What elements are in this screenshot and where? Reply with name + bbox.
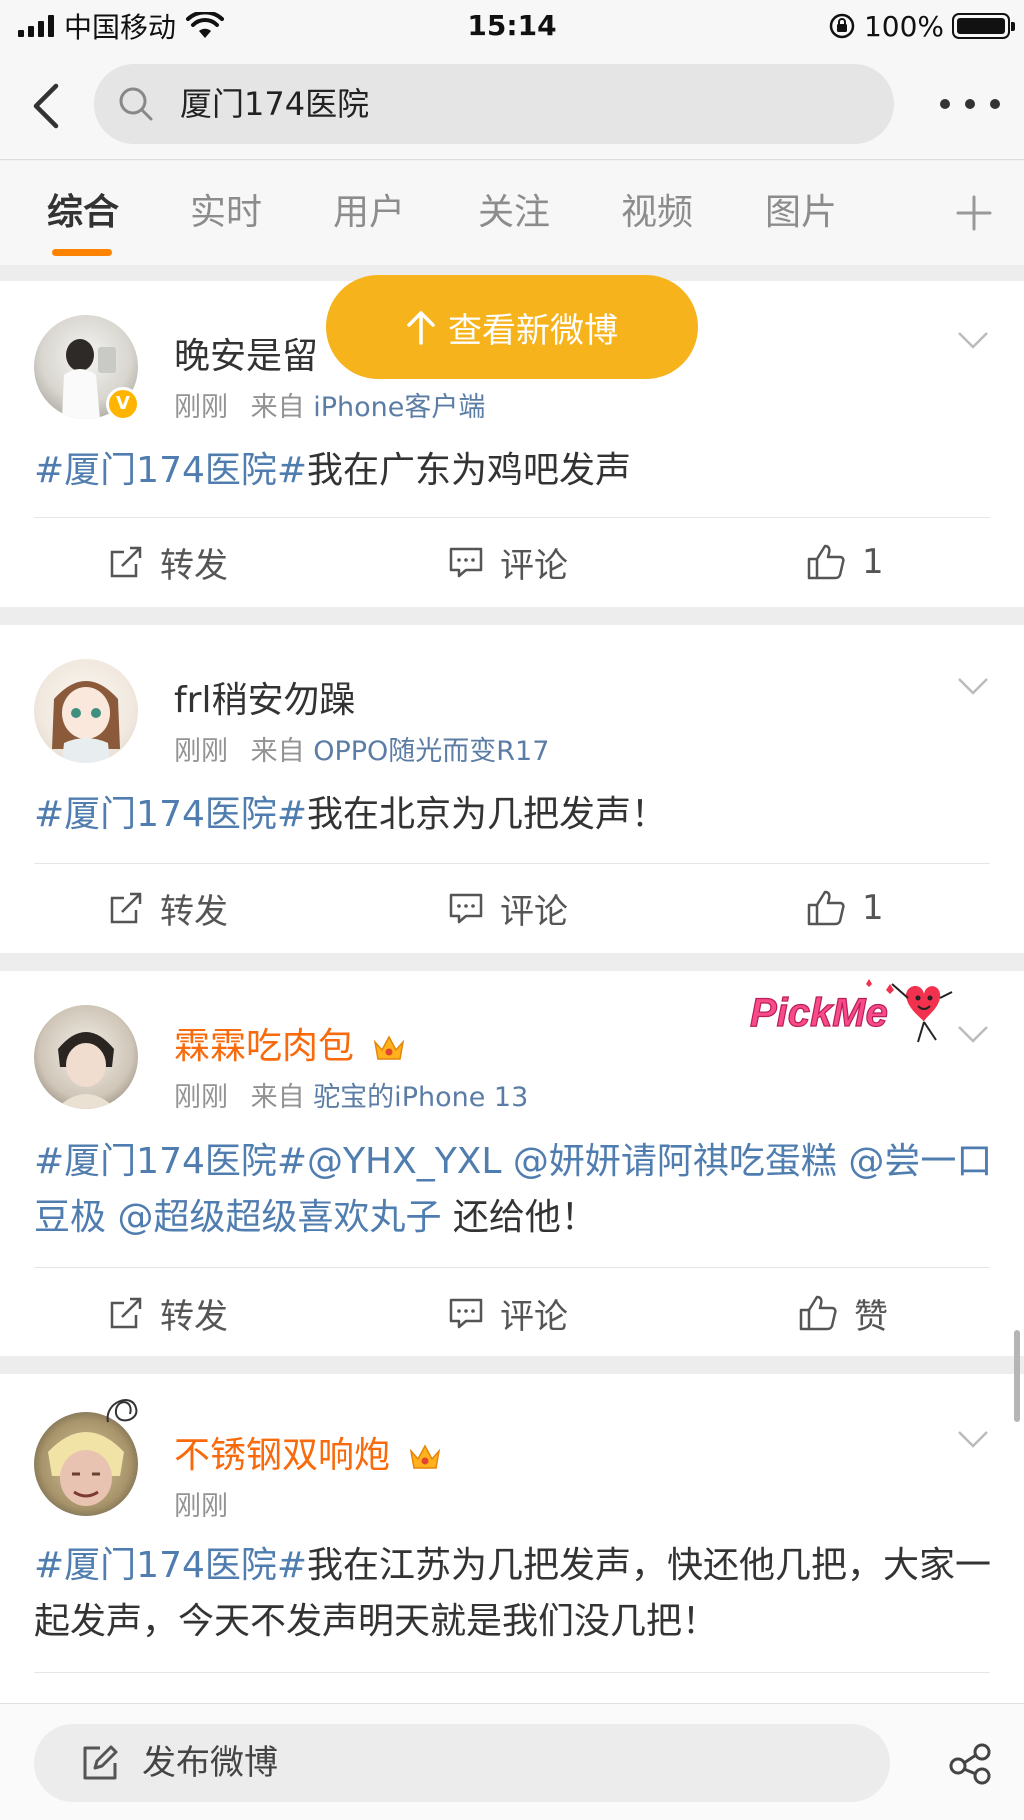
orientation-lock-icon (829, 13, 855, 39)
comment-icon (449, 1298, 483, 1329)
share-icon[interactable] (946, 1738, 994, 1786)
edit-icon (83, 1745, 118, 1780)
comment-button[interactable]: 评论 (448, 886, 568, 932)
like-label: 赞 (854, 1296, 888, 1337)
scrollbar[interactable] (1014, 1330, 1020, 1422)
divider (0, 953, 1024, 971)
more-options-icon[interactable] (940, 84, 1000, 124)
post-text: 我在北京为几把发声！ (307, 794, 668, 835)
username[interactable]: 霖霖吃肉包 (174, 1017, 407, 1069)
comment-icon (449, 893, 483, 924)
like-count: 1 (862, 542, 884, 582)
post-body: #厦门174医院#@YHX_YXL @妍妍请阿祺吃蛋糕 @尝一口豆极 @超级超级… (34, 1134, 994, 1246)
battery-percent: 100% (863, 9, 944, 43)
status-bar: 中国移动 15:14 100% (0, 0, 1024, 52)
active-tab-indicator (52, 249, 112, 256)
pickme-sticker-icon: PickMe (749, 979, 953, 1043)
tab-following[interactable]: 关注 (459, 161, 569, 265)
compose-label: 发布微博 (142, 1743, 278, 1783)
repost-icon (110, 1297, 142, 1329)
back-arrow-icon[interactable] (26, 78, 66, 134)
avatar[interactable] (34, 1005, 138, 1109)
repost-button[interactable]: 转发 (108, 540, 228, 586)
post-time: 刚刚 (174, 736, 228, 767)
view-new-posts-label: 查看新微博 (448, 310, 618, 351)
repost-button[interactable]: 转发 (108, 886, 228, 932)
post-meta: 刚刚 (174, 1484, 228, 1523)
from-label: 来自 (250, 1082, 305, 1113)
like-button[interactable]: 1 (806, 540, 884, 584)
search-tabs: 综合 实时 用户 关注 视频 图片 (0, 161, 1024, 265)
compose-post-button[interactable]: 发布微博 (34, 1724, 890, 1802)
repost-icon (110, 546, 142, 578)
vip-crown-icon (410, 1444, 441, 1469)
divider (34, 517, 990, 518)
like-button[interactable]: 赞 (798, 1291, 888, 1337)
divider (34, 863, 990, 864)
from-label: 来自 (250, 392, 305, 423)
topic-link[interactable]: #厦门174医院# (34, 450, 307, 491)
tab-realtime[interactable]: 实时 (171, 161, 281, 265)
chevron-down-icon[interactable] (956, 329, 990, 351)
feed-post[interactable]: frl稍安勿躁 刚刚 来自 OPPO随光而变R17 #厦门174医院#我在北京为… (0, 625, 1024, 953)
comment-button[interactable]: 评论 (448, 1291, 568, 1337)
post-time: 刚刚 (174, 392, 228, 423)
post-body: #厦门174医院#我在北京为几把发声！ (34, 787, 994, 843)
post-time: 刚刚 (174, 1082, 228, 1113)
topic-link[interactable]: #厦门174医院# (34, 1545, 307, 1586)
add-tab-icon[interactable] (954, 193, 994, 233)
like-count: 1 (862, 888, 884, 928)
like-button[interactable]: 1 (806, 886, 884, 930)
search-header: 厦门174医院 (0, 52, 1024, 160)
divider (34, 1267, 990, 1268)
thumbs-up-icon (799, 1295, 837, 1331)
search-input[interactable]: 厦门174医院 (94, 64, 894, 144)
arrow-up-icon (407, 311, 435, 345)
post-time: 刚刚 (174, 1491, 228, 1522)
topic-link[interactable]: #厦门174医院# (34, 794, 307, 835)
tab-users[interactable]: 用户 (314, 161, 424, 265)
vip-crown-icon (374, 1035, 405, 1060)
divider (34, 1672, 990, 1673)
post-body: #厦门174医院#我在江苏为几把发声，快还他几把，大家一起发声，今天不发声明天就… (34, 1538, 994, 1650)
username[interactable]: 不锈钢双响炮 (174, 1426, 443, 1478)
thumbs-up-icon (807, 890, 845, 926)
comment-icon (449, 547, 483, 578)
verified-badge-icon: V (106, 387, 140, 421)
post-meta: 刚刚 来自 OPPO随光而变R17 (174, 729, 549, 768)
search-icon (119, 87, 153, 121)
post-body: #厦门174医院#我在广东为鸡吧发声 (34, 443, 994, 499)
chevron-down-icon[interactable] (956, 675, 990, 697)
post-source[interactable]: 驼宝的iPhone 13 (313, 1082, 528, 1113)
username[interactable]: frl稍安勿躁 (174, 671, 355, 723)
tab-images[interactable]: 图片 (746, 161, 856, 265)
post-source[interactable]: OPPO随光而变R17 (313, 736, 549, 767)
repost-icon (110, 892, 142, 924)
post-meta: 刚刚 来自 驼宝的iPhone 13 (174, 1075, 528, 1114)
repost-button[interactable]: 转发 (108, 1291, 228, 1337)
from-label: 来自 (250, 736, 305, 767)
post-meta: 刚刚 来自 iPhone客户端 (174, 385, 485, 424)
post-text: 还给他！ (441, 1197, 597, 1238)
chevron-down-icon[interactable] (956, 1023, 990, 1045)
tab-videos[interactable]: 视频 (602, 161, 712, 265)
view-new-posts-button[interactable]: 查看新微博 (326, 275, 698, 379)
svg-text:PickMe: PickMe (750, 991, 888, 1035)
post-text: 我在广东为鸡吧发声 (307, 450, 632, 491)
comment-button[interactable]: 评论 (448, 540, 568, 586)
bottom-bar: 发布微博 (0, 1703, 1024, 1820)
battery-icon (952, 13, 1015, 39)
scribble-icon (106, 1399, 138, 1423)
feed-post[interactable]: 不锈钢双响炮 刚刚 #厦门174医院#我在江苏为几把发声，快还他几把，大家一起发… (0, 1374, 1024, 1704)
avatar[interactable] (34, 659, 138, 763)
search-query[interactable]: 厦门174医院 (180, 64, 369, 144)
divider (0, 1356, 1024, 1374)
divider (0, 607, 1024, 625)
post-source[interactable]: iPhone客户端 (313, 392, 485, 423)
chevron-down-icon[interactable] (956, 1428, 990, 1450)
thumbs-up-icon (807, 544, 845, 580)
topic-link[interactable]: #厦门174医院# (34, 1141, 307, 1182)
username[interactable]: 晚安是留 (174, 327, 318, 379)
